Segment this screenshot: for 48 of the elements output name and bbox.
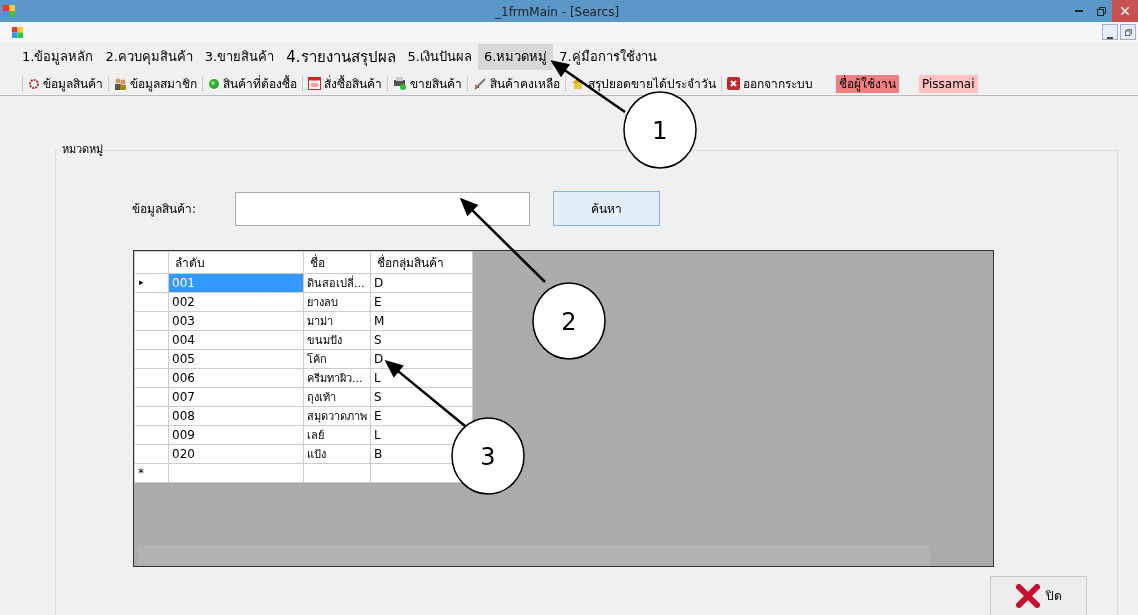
- toolbar-button[interactable]: สินค้าคงเหลือ: [472, 74, 561, 93]
- menu-item[interactable]: 4.รายงานสรุปผล: [280, 44, 402, 70]
- menu-item[interactable]: 5.เงินปันผล: [401, 44, 478, 70]
- menu-item[interactable]: 2.ควบคุมสินค้า: [99, 44, 199, 70]
- app-icon: [3, 5, 15, 17]
- globe-icon: [208, 77, 220, 90]
- menu-item[interactable]: 7.คู่มือการใช้งาน: [553, 44, 663, 70]
- people-icon: [114, 77, 127, 90]
- pen-icon: [473, 77, 487, 90]
- search-button[interactable]: ค้นหา: [553, 191, 660, 226]
- child-restore-button[interactable]: [1120, 24, 1136, 40]
- column-header[interactable]: ชื่อกลุ่มสินค้า: [370, 251, 473, 274]
- child-window-icon: [12, 26, 23, 38]
- search-field[interactable]: [235, 191, 530, 226]
- user-label: ชื่อผู้ใช้งาน: [836, 74, 899, 93]
- minimize-icon: [1107, 37, 1113, 39]
- column-header[interactable]: ชื่อ: [303, 251, 371, 274]
- column-header[interactable]: ลำดับ: [168, 251, 304, 274]
- menu-item[interactable]: 1.ข้อมูลหลัก: [16, 44, 100, 70]
- group-title: หมวดหมู่: [61, 142, 104, 159]
- callout-circle: 3: [451, 417, 525, 495]
- toolbar-button[interactable]: ขายสินค้า: [392, 74, 463, 93]
- field-label: ข้อมูลสินค้า:: [132, 200, 198, 218]
- callout-circle: 2: [532, 282, 606, 360]
- user-name: Pissamai: [919, 74, 978, 93]
- toolbar-button[interactable]: สั่งซื้อสินค้า: [307, 74, 383, 93]
- close-icon: [1121, 7, 1129, 15]
- close-icon: [727, 77, 740, 90]
- menu-item[interactable]: 6.หมวดหมู่: [477, 44, 554, 70]
- toolbar-button[interactable]: ข้อมูลสมาชิก: [113, 74, 198, 93]
- window-title: _1frmMain - [Searcs]: [495, 4, 620, 21]
- close-form-button[interactable]: ปิด: [990, 576, 1087, 615]
- minimize-icon: [1075, 10, 1083, 12]
- restore-icon: [1096, 6, 1106, 16]
- toolbar-button[interactable]: ข้อมูลสินค้า: [27, 74, 104, 93]
- gear-icon: [28, 77, 40, 90]
- toolbar-button[interactable]: ออกจากระบบ: [726, 74, 814, 93]
- horizontal-scrollbar[interactable]: [138, 545, 930, 566]
- calendar-icon: [308, 77, 321, 90]
- current-row-marker: ▸: [139, 277, 144, 288]
- child-minimize-button[interactable]: [1102, 24, 1118, 40]
- close-button[interactable]: [1112, 0, 1138, 22]
- callout-circle: 1: [623, 91, 697, 169]
- close-icon: [1015, 584, 1040, 608]
- printer-icon: [393, 77, 407, 90]
- toolbar-button[interactable]: สินค้าที่ต้องซื้อ: [207, 74, 298, 93]
- menu-item[interactable]: 3.ขายสินค้า: [198, 44, 281, 70]
- restore-icon: [1124, 28, 1132, 36]
